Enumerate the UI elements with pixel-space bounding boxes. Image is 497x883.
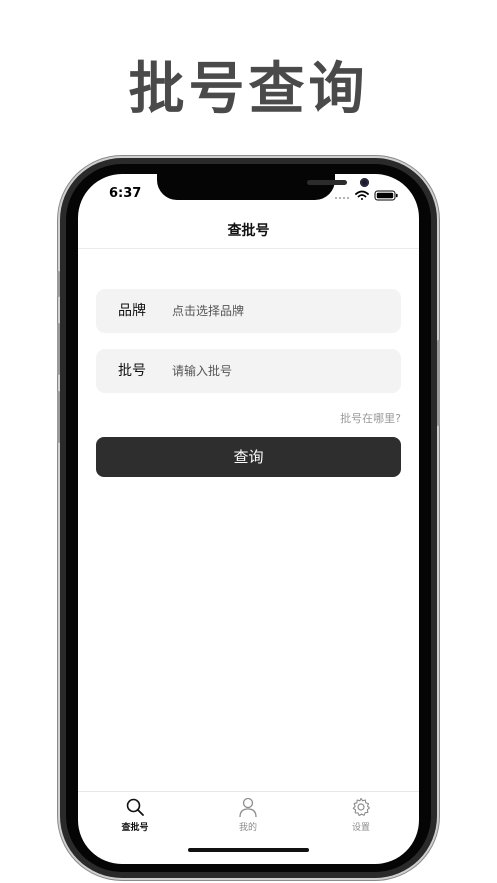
page-title: 查批号	[227, 223, 270, 239]
batch-location-link[interactable]: 批号在哪里?	[340, 410, 401, 426]
tab-label: 查批号	[121, 823, 149, 833]
power-button	[437, 340, 440, 426]
volume-down-button	[57, 391, 60, 443]
brand-field[interactable]: 品牌	[96, 289, 401, 333]
search-icon	[126, 798, 144, 816]
batch-field[interactable]: 批号	[96, 349, 401, 393]
wifi-icon	[355, 190, 369, 200]
batch-input[interactable]	[172, 360, 382, 382]
tabbar-divider	[78, 791, 419, 792]
brand-select[interactable]	[172, 300, 382, 322]
batch-label: 批号	[118, 363, 146, 379]
query-button[interactable]: 查询	[96, 437, 401, 477]
nav-divider	[78, 248, 419, 249]
status-indicators	[335, 186, 399, 201]
volume-up-button	[57, 323, 60, 375]
tab-label: 设置	[351, 823, 370, 833]
phone-screen: 6:37 查批号 品牌 批号	[78, 174, 419, 864]
status-time: 6:37	[109, 186, 142, 201]
signal-icon	[335, 197, 349, 199]
brand-label: 品牌	[118, 303, 146, 319]
tab-settings[interactable]: 设置	[321, 796, 401, 833]
notch	[157, 174, 369, 200]
battery-icon	[374, 190, 398, 201]
tab-mine[interactable]: 我的	[208, 796, 288, 833]
tab-search-batch[interactable]: 查批号	[95, 796, 175, 833]
speaker-grille	[307, 180, 347, 185]
promo-headline: 批号查询	[128, 57, 369, 122]
tab-label: 我的	[238, 823, 257, 833]
gear-icon	[352, 797, 371, 817]
mute-switch	[57, 271, 60, 297]
person-icon	[239, 797, 257, 818]
home-indicator[interactable]	[188, 848, 309, 852]
